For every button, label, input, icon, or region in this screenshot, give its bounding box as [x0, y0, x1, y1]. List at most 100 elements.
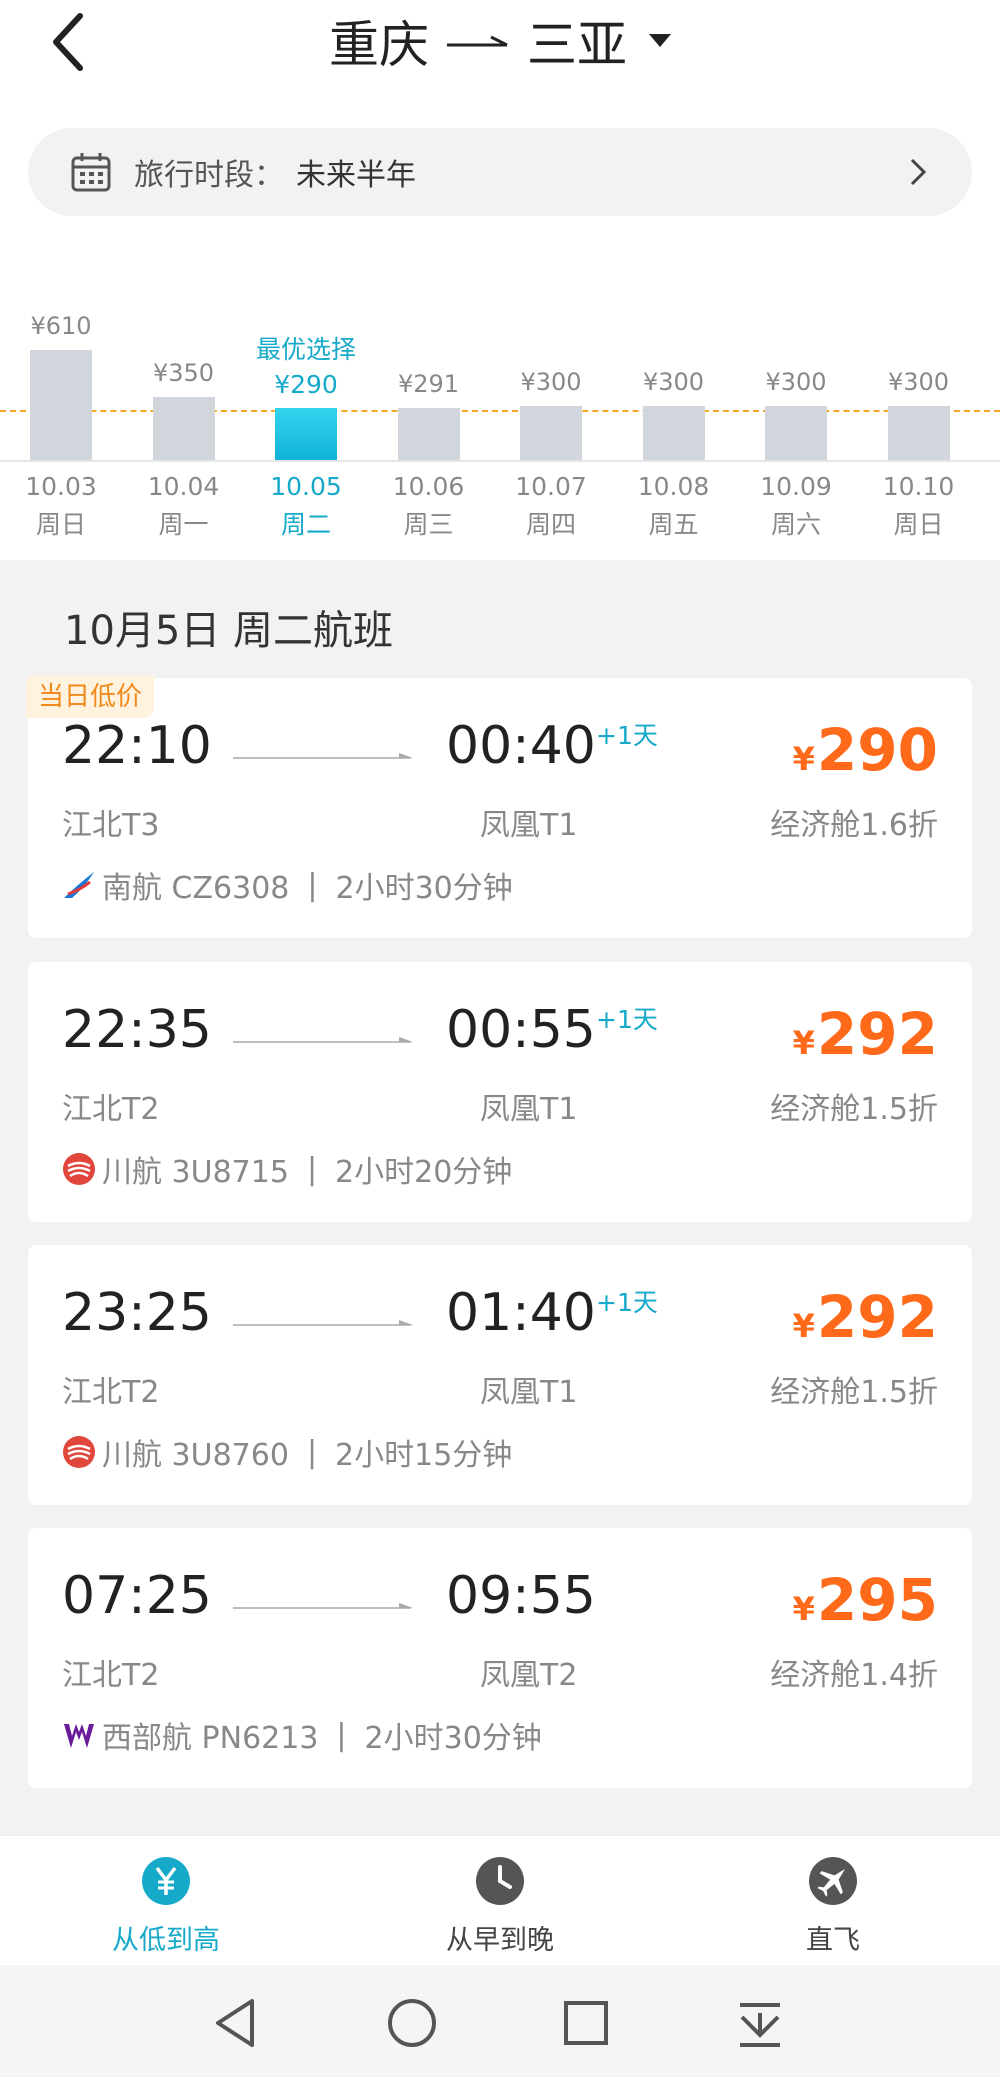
date-label-10.10[interactable]: 10.10 周日	[859, 468, 979, 544]
flight-duration: 2小时30分钟	[335, 871, 513, 906]
date-label-10.07[interactable]: 10.07 周四	[491, 468, 611, 544]
separator: |	[306, 1434, 318, 1470]
tab-label: 从低到高	[112, 1925, 220, 1956]
price-value: 292	[816, 1283, 938, 1351]
price-bar-10.07[interactable]	[520, 406, 582, 460]
flight-price: ¥290	[793, 716, 938, 784]
airline-flight-number: 川航 3U8760	[102, 1438, 289, 1473]
date-label-10.09[interactable]: 10.09 周六	[736, 468, 856, 544]
departure-airport: 江北T2	[62, 1092, 160, 1127]
plane-icon	[809, 1857, 857, 1905]
date-label-10.04[interactable]: 10.04 周一	[124, 468, 244, 544]
flight-arrow-icon	[233, 753, 413, 759]
next-day-indicator: +1天	[596, 1288, 658, 1317]
tab-label: 从早到晚	[446, 1925, 554, 1956]
date-label-10.05[interactable]: 10.05 周二	[246, 468, 366, 544]
departure-airport: 江北T3	[62, 808, 160, 843]
system-nav-bar	[0, 1965, 1000, 2077]
china-southern-logo-icon	[62, 868, 96, 902]
nav-recent-apps-icon[interactable]	[556, 1993, 616, 2053]
price-label: ¥291	[397, 369, 460, 398]
price-bar-10.06[interactable]	[397, 407, 460, 460]
departure-airport: 江北T2	[62, 1658, 160, 1693]
header-area: 重庆 三亚 旅行时段： 未来半年 ¥610 10.03 周日 ¥350 10.04 周一 ¥…	[0, 0, 1000, 560]
flight-arrow-icon	[233, 1603, 413, 1609]
yen-icon	[142, 1857, 190, 1905]
nav-home-icon[interactable]	[382, 1993, 442, 2053]
date-text: 10.09	[760, 472, 832, 501]
flight-price: ¥292	[793, 1283, 938, 1351]
date-text: 10.08	[637, 472, 710, 501]
currency-symbol: ¥	[792, 1307, 815, 1345]
departure-airport: 江北T2	[62, 1375, 160, 1410]
price-bar-10.09[interactable]	[765, 406, 827, 460]
price-label: ¥300	[642, 368, 705, 396]
nav-back-icon[interactable]	[208, 1993, 268, 2053]
separator: |	[307, 867, 318, 903]
arrival-time: 00:55	[446, 1000, 596, 1060]
price-bar-10.04[interactable]	[152, 397, 215, 460]
arrival-time: 01:40	[446, 1283, 596, 1343]
price-value: 295	[816, 1566, 938, 1634]
price-bar-10.05[interactable]	[275, 407, 337, 460]
arrival-airport: 凤凰T1	[480, 1092, 578, 1127]
flight-card[interactable]: 07:25 09:55 ¥295 江北T2 凤凰T2 经济舱1.4折 西部航 PN…	[28, 1528, 972, 1788]
flight-card[interactable]: 23:25 01:40 +1天 ¥292 江北T2 凤凰T1 经济舱1.5折 川航 …	[28, 1245, 972, 1505]
flight-card[interactable]: 22:35 00:55 +1天 ¥292 江北T2 凤凰T1 经济舱1.5折 川航 …	[28, 962, 972, 1222]
price-label: ¥290	[274, 369, 338, 399]
weekday-text: 周四	[525, 510, 576, 539]
date-text: 10.07	[515, 472, 587, 501]
weekday-text: 周五	[648, 510, 699, 539]
departure-time: 22:10	[62, 716, 212, 776]
west-air-logo-icon	[62, 1718, 96, 1752]
nav-notification-pulldown-icon[interactable]	[730, 1993, 790, 2053]
weekday-text: 周三	[403, 510, 454, 539]
date-label-10.03[interactable]: 10.03 周日	[1, 468, 121, 544]
departure-time: 22:35	[62, 1000, 212, 1060]
origin-city: 重庆	[329, 16, 429, 74]
calendar-icon	[71, 153, 111, 192]
sichuan-airlines-logo-icon	[62, 1435, 96, 1469]
separator: |	[306, 1151, 318, 1187]
airline-flight-number: 川航 3U8715	[102, 1155, 289, 1190]
date-text: 10.04	[147, 472, 220, 501]
departure-time: 07:25	[62, 1566, 212, 1626]
flight-arrow-icon	[233, 1037, 413, 1043]
chart-baseline	[0, 460, 1000, 462]
flight-duration: 2小时30分钟	[364, 1721, 542, 1756]
flight-info: 川航 3U8715 | 2小时20分钟	[62, 1147, 512, 1191]
tab-price-low-high[interactable]: 从低到高	[66, 1856, 266, 1957]
period-value: 未来半年	[296, 158, 416, 193]
weekday-text: 周二	[280, 510, 331, 539]
weekday-text: 周日	[893, 510, 944, 539]
route-selector[interactable]: 重庆 三亚	[0, 8, 1000, 74]
dropdown-triangle-icon	[649, 34, 671, 47]
price-value: 292	[816, 1000, 938, 1068]
price-label: ¥300	[765, 368, 827, 396]
price-calendar-chart: ¥610 10.03 周日 ¥350 10.04 周一 ¥290 最优选择 10.05 周二 ¥29…	[0, 230, 1000, 560]
currency-symbol: ¥	[792, 740, 815, 778]
price-value: 290	[816, 716, 938, 784]
flight-info: 西部航 PN6213 | 2小时30分钟	[62, 1713, 542, 1757]
price-label: ¥300	[520, 368, 582, 396]
price-label: ¥300	[887, 368, 950, 396]
arrival-airport: 凤凰T2	[480, 1658, 578, 1693]
clock-icon	[476, 1857, 524, 1905]
tab-direct-flights[interactable]: 直飞	[733, 1856, 933, 1957]
price-bar-10.08[interactable]	[642, 406, 705, 460]
date-label-10.06[interactable]: 10.06 周三	[369, 468, 489, 544]
next-day-indicator: +1天	[596, 1005, 658, 1034]
weekday-text: 周日	[35, 510, 86, 539]
departure-time: 23:25	[62, 1283, 212, 1343]
chevron-right-icon	[910, 158, 927, 186]
airline-flight-number: 南航 CZ6308	[102, 871, 290, 906]
price-bar-10.10[interactable]	[887, 406, 950, 460]
price-bar-10.03[interactable]	[30, 350, 92, 460]
tab-time-early-late[interactable]: 从早到晚	[400, 1856, 600, 1957]
arrival-time: 09:55	[446, 1566, 596, 1626]
date-label-10.08[interactable]: 10.08 周五	[614, 468, 734, 544]
flight-card[interactable]: 当日低价 22:10 00:40 +1天 ¥290 江北T3 凤凰T1 经济舱1.6折…	[26, 676, 972, 938]
travel-period-selector[interactable]: 旅行时段： 未来半年	[28, 128, 972, 216]
cabin-discount: 经济舱1.5折	[770, 1375, 938, 1410]
arrival-airport: 凤凰T1	[480, 1375, 578, 1410]
